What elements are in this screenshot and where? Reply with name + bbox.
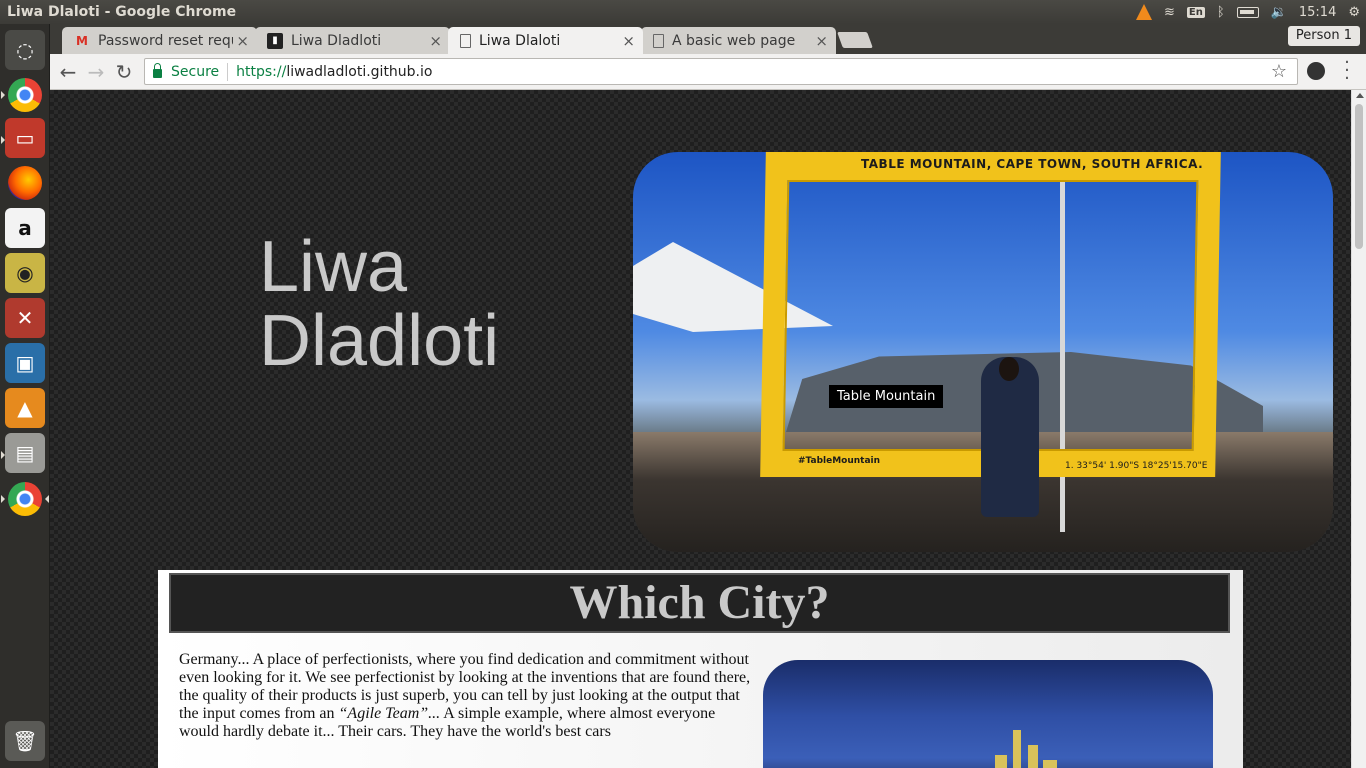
running-indicator xyxy=(1,136,5,144)
frame-hashtag: #TableMountain xyxy=(798,456,881,466)
table-mountain-photo[interactable]: TABLE MOUNTAIN, CAPE TOWN, SOUTH AFRICA.… xyxy=(633,152,1333,552)
volume-icon[interactable]: 🔉 xyxy=(1271,5,1287,20)
skyline-tower xyxy=(1043,760,1057,768)
address-bar[interactable]: Secure https:// liwadladloti.github.io ☆ xyxy=(144,58,1298,85)
skyline-tower xyxy=(1028,745,1038,768)
clock[interactable]: 15:14 xyxy=(1299,5,1336,20)
unity-launcher: ◌ ▭ a ◉ ✕ ▣ ▲ ▤ 🗑 xyxy=(0,24,50,768)
city-heading: Which City? xyxy=(169,573,1230,633)
url-scheme: https:// xyxy=(236,63,287,80)
amazon-launcher-icon[interactable]: a xyxy=(5,208,45,248)
url-host: liwadladloti.github.io xyxy=(286,63,433,80)
frame-coordinates: 1. 33°54' 1.90"S 18°25'15.70"E xyxy=(1065,461,1208,471)
hero-name-first: Liwa xyxy=(259,227,408,307)
browser-toolbar: ← → ↻ Secure https:// liwadladloti.githu… xyxy=(50,54,1366,90)
document-icon xyxy=(653,33,664,48)
image-tooltip: Table Mountain xyxy=(829,385,944,408)
battery-icon[interactable] xyxy=(1236,6,1259,18)
running-indicator xyxy=(1,91,5,99)
vlc-launcher-icon[interactable]: ▲ xyxy=(5,388,45,428)
page-scrollbar[interactable] xyxy=(1351,90,1366,768)
scanner-launcher-icon[interactable]: ▤ xyxy=(5,433,45,473)
github-icon: ▮ xyxy=(267,32,283,49)
running-indicator xyxy=(1,495,5,503)
paragraph-emphasis: “Agile Team”... xyxy=(338,705,441,722)
reload-icon[interactable]: ↻ xyxy=(112,60,136,84)
vlc-tray-icon[interactable] xyxy=(1136,4,1153,20)
profile-button[interactable]: Person 1 xyxy=(1287,26,1360,46)
chrome-menu-icon[interactable]: · · · xyxy=(1340,54,1354,88)
workspace-switcher-icon[interactable]: ▣ xyxy=(5,343,45,383)
hero-name: Liwa Dladloti xyxy=(259,230,499,378)
skyline-tower xyxy=(995,755,1007,768)
trash-icon[interactable]: 🗑 xyxy=(5,721,45,761)
scrollbar-thumb[interactable] xyxy=(1355,104,1363,249)
scroll-up-arrow-icon[interactable] xyxy=(1356,93,1364,98)
browser-tab-bar: M Password reset reque × ▮ Liwa Dladloti… xyxy=(50,24,1366,54)
person-figure xyxy=(981,357,1039,517)
secure-label[interactable]: Secure xyxy=(171,64,219,80)
rhythmbox-launcher-icon[interactable]: ◉ xyxy=(5,253,45,293)
hero-name-last: Dladloti xyxy=(259,301,500,381)
lock-icon[interactable] xyxy=(153,63,162,78)
window-title: Liwa Dlaloti - Google Chrome xyxy=(7,4,237,20)
page-viewport: Liwa Dladloti TABLE MOUNTAIN, CAPE TOWN,… xyxy=(50,90,1366,768)
frame-caption: TABLE MOUNTAIN, CAPE TOWN, SOUTH AFRICA. xyxy=(861,157,1204,171)
bluetooth-icon[interactable]: ᛒ xyxy=(1217,5,1225,20)
back-arrow-icon[interactable]: ← xyxy=(56,60,80,84)
new-tab-button[interactable] xyxy=(837,32,873,48)
running-indicator xyxy=(1,451,5,459)
settings-gear-icon[interactable]: ⚙ xyxy=(1348,5,1360,20)
chrome-launcher-icon[interactable] xyxy=(8,78,42,112)
tab-liwa-dladloti[interactable]: ▮ Liwa Dladloti × xyxy=(255,27,450,54)
dash-home-icon[interactable]: ◌ xyxy=(5,30,45,70)
system-top-panel: Liwa Dlaloti - Google Chrome ≋ En ᛒ 🔉 15… xyxy=(0,0,1366,24)
city-paragraph: Germany... A place of perfectionists, wh… xyxy=(179,651,754,741)
tab-label: Liwa Dladloti xyxy=(291,32,382,49)
tab-label: Password reset reque xyxy=(98,32,233,49)
keyboard-layout-indicator[interactable]: En xyxy=(1186,6,1205,18)
firefox-launcher-icon[interactable] xyxy=(8,166,42,200)
forward-arrow-icon[interactable]: → xyxy=(84,60,108,84)
wifi-icon[interactable]: ≋ xyxy=(1164,5,1175,20)
city-section: Which City? Germany... A place of perfec… xyxy=(158,570,1243,768)
divider xyxy=(227,62,229,81)
person-head xyxy=(999,357,1019,381)
tab-gmail[interactable]: M Password reset reque × xyxy=(62,27,257,54)
document-icon xyxy=(460,33,471,48)
system-tray: ≋ En ᛒ 🔉 15:14 ⚙ xyxy=(1130,0,1366,24)
tab-label: A basic web page xyxy=(672,32,796,49)
tab-liwa-dlaloti-active[interactable]: Liwa Dlaloti × xyxy=(448,27,643,54)
system-settings-launcher-icon[interactable]: ✕ xyxy=(5,298,45,338)
focused-indicator xyxy=(45,495,49,503)
chrome-active-launcher-icon[interactable] xyxy=(8,482,42,516)
tab-close-icon[interactable]: × xyxy=(815,32,828,50)
city-skyline-photo[interactable] xyxy=(763,660,1213,768)
tab-basic-web-page[interactable]: A basic web page × xyxy=(641,27,836,54)
skyline-tower xyxy=(1013,730,1021,768)
files-launcher-icon[interactable]: ▭ xyxy=(5,118,45,158)
extension-icon[interactable] xyxy=(1307,62,1325,80)
bookmark-star-icon[interactable]: ☆ xyxy=(1271,61,1287,82)
tab-label: Liwa Dlaloti xyxy=(479,32,561,49)
tab-close-icon[interactable]: × xyxy=(622,32,635,50)
gmail-icon: M xyxy=(76,33,88,48)
tab-close-icon[interactable]: × xyxy=(236,32,249,50)
tab-close-icon[interactable]: × xyxy=(429,32,442,50)
